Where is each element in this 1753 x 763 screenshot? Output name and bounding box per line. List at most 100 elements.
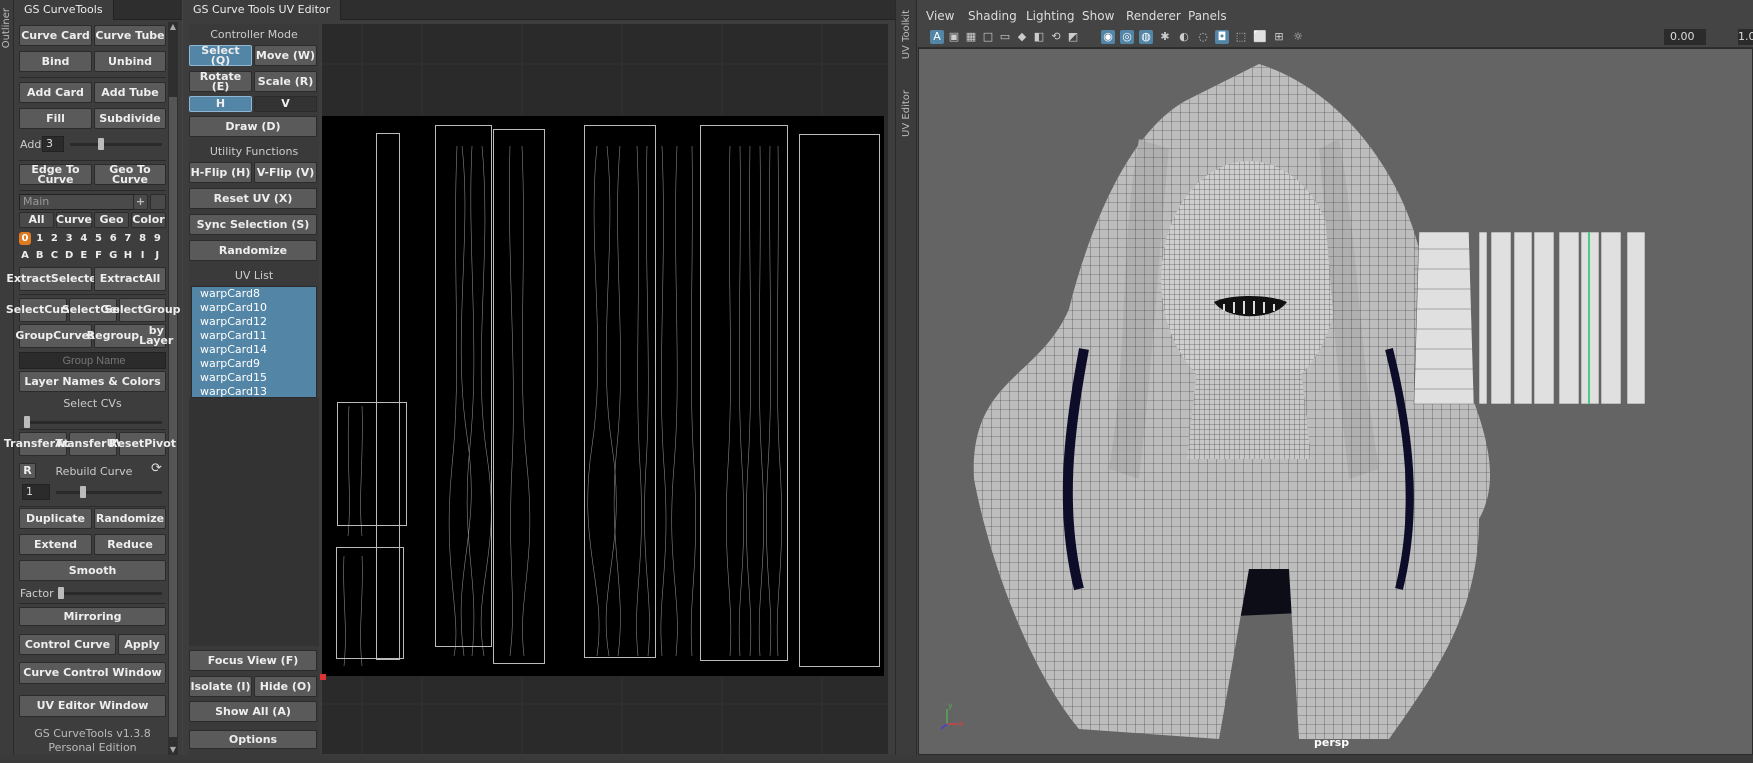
layer-h-button[interactable]: H (122, 249, 134, 262)
uv-editor-tab[interactable]: GS Curve Tools UV Editor (183, 0, 342, 20)
menu-show[interactable]: Show (1082, 6, 1114, 26)
scroll-up-icon[interactable]: ▲ (169, 22, 177, 32)
subdivide-button[interactable]: Subdivide (94, 108, 166, 129)
v-flip-button[interactable]: V-Flip (V) (254, 162, 317, 183)
rebuild-count-field[interactable]: 1 (22, 484, 50, 500)
uv-editor-window-button[interactable]: UV Editor Window (19, 695, 166, 717)
add-count-slider[interactable] (70, 143, 162, 146)
uv-shell[interactable] (700, 125, 788, 661)
uv-randomize-button[interactable]: Randomize (189, 240, 317, 261)
uv-shell[interactable] (799, 134, 880, 667)
vertical-toggle[interactable]: V (254, 96, 317, 112)
options-button[interactable]: Options (189, 730, 317, 749)
gamma-icon[interactable]: ☼ (1291, 30, 1305, 44)
curve-card-button[interactable]: Curve Card (19, 25, 92, 46)
uv-shell[interactable] (435, 125, 492, 647)
layer-b-button[interactable]: B (34, 249, 46, 262)
layer-e-button[interactable]: E (78, 249, 90, 262)
group-name-input[interactable] (19, 352, 166, 369)
uv-list-item[interactable]: warpCard8 (192, 287, 316, 301)
hide-button[interactable]: Hide (O) (254, 676, 317, 697)
control-curve-button[interactable]: Control Curve (19, 634, 116, 655)
select-mode-button[interactable]: Select (Q) (189, 45, 252, 66)
layer-1-button[interactable]: 1 (34, 232, 46, 245)
draw-button[interactable]: Draw (D) (189, 116, 317, 137)
layer-a-button[interactable]: A (19, 249, 31, 262)
select-cvs-slider-knob[interactable] (24, 416, 30, 428)
image-plane-icon[interactable]: ◧ (1032, 30, 1046, 44)
menu-view[interactable]: View (926, 6, 954, 26)
bookmark-icon[interactable]: ◆ (1015, 30, 1029, 44)
uv-list-item[interactable]: warpCard13 (192, 385, 316, 399)
shaded-icon[interactable]: ◉ (1101, 30, 1115, 44)
rebuild-r-button[interactable]: R (19, 463, 36, 479)
scale-mode-button[interactable]: Scale (R) (254, 71, 317, 92)
lights-icon[interactable]: ✱ (1158, 30, 1172, 44)
smooth-button[interactable]: Smooth (19, 560, 166, 581)
select-group-button[interactable]: Select Group (104, 298, 181, 322)
uv-texture-canvas[interactable] (322, 116, 884, 676)
select-curve-button[interactable]: Select Curve (6, 298, 80, 322)
filter-geo-button[interactable]: Geo (94, 212, 129, 228)
rebuild-slider[interactable] (56, 491, 162, 494)
scroll-down-icon[interactable]: ▼ (169, 745, 177, 755)
reset-pivot-button[interactable]: Reset Pivot (109, 432, 176, 456)
layer-3-button[interactable]: 3 (63, 232, 75, 245)
hud-icon[interactable]: ⊞ (1272, 30, 1286, 44)
rebuild-slider-knob[interactable] (80, 486, 86, 498)
add-count-slider-knob[interactable] (97, 138, 104, 150)
rotate-mode-button[interactable]: Rotate (E) (189, 71, 252, 92)
duplicate-button[interactable]: Duplicate (19, 508, 92, 529)
add-tube-button[interactable]: Add Tube (94, 82, 166, 103)
uv-toolkit-tab[interactable]: UV Toolkit (901, 10, 912, 59)
layer-2-button[interactable]: 2 (48, 232, 60, 245)
fill-button[interactable]: Fill (19, 108, 92, 129)
curve-control-window-button[interactable]: Curve Control Window (19, 662, 166, 684)
uv-list[interactable]: warpCard8 warpCard10 warpCard12 warpCard11 w… (191, 286, 317, 398)
uv-list-empty-area[interactable] (189, 398, 319, 646)
gs-panel-scrollbar[interactable]: ▲ ▼ (168, 22, 178, 757)
randomize-button[interactable]: Randomize (94, 508, 166, 529)
camera-icon[interactable]: ▣ (947, 30, 961, 44)
edge-to-curve-button[interactable]: Edge To Curve (19, 164, 92, 185)
layer-names-colors-button[interactable]: Layer Names & Colors (19, 371, 166, 392)
mirroring-button[interactable]: Mirroring (19, 607, 166, 626)
factor-slider[interactable] (58, 592, 162, 595)
layer-5-button[interactable]: 5 (93, 232, 105, 245)
add-layer-button[interactable]: + (133, 194, 148, 210)
group-curves-button[interactable]: Group Curves (15, 324, 96, 348)
bind-button[interactable]: Bind (19, 51, 92, 72)
uv-list-item[interactable]: warpCard11 (192, 329, 316, 343)
layer-dropdown[interactable]: Main (19, 194, 134, 210)
extract-selected-button[interactable]: Extract Selected (6, 267, 105, 291)
filter-color-button[interactable]: Color (131, 212, 166, 228)
film-gate-icon[interactable]: □ (981, 30, 995, 44)
extract-all-button[interactable]: Extract All (94, 267, 166, 291)
outliner-strip[interactable]: Outliner (0, 0, 14, 763)
3d-viewport[interactable]: y x persp (918, 48, 1753, 755)
viewport-gamma-field[interactable]: 0.00 (1664, 29, 1706, 45)
apply-button[interactable]: Apply (118, 634, 166, 655)
layer-f-button[interactable]: F (93, 249, 105, 262)
layer-8-button[interactable]: 8 (137, 232, 149, 245)
uv-shell[interactable] (584, 125, 656, 658)
reset-uv-button[interactable]: Reset UV (X) (189, 188, 317, 209)
uv-shell[interactable] (337, 402, 407, 526)
layer-j-button[interactable]: J (151, 249, 163, 262)
reduce-button[interactable]: Reduce (94, 534, 166, 555)
xray-icon[interactable]: ◌ (1196, 30, 1210, 44)
menu-renderer[interactable]: Renderer (1126, 6, 1181, 26)
layer-0-button[interactable]: 0 (19, 232, 31, 245)
uv-editor-side-tab[interactable]: UV Editor (901, 90, 912, 137)
isolate-icon[interactable]: ◘ (1215, 30, 1229, 44)
menu-panels[interactable]: Panels (1188, 6, 1227, 26)
layer-7-button[interactable]: 7 (122, 232, 134, 245)
regroup-by-layer-button[interactable]: Regroup by Layer (87, 324, 173, 348)
resolution-gate-icon[interactable]: ⬚ (1234, 30, 1248, 44)
h-flip-button[interactable]: H-Flip (H) (189, 162, 252, 183)
grid-toggle-icon[interactable]: ▦ (964, 30, 978, 44)
uv-list-item[interactable]: warpCard14 (192, 343, 316, 357)
curve-tube-button[interactable]: Curve Tube (94, 25, 166, 46)
filter-curve-button[interactable]: Curve (56, 212, 92, 228)
gs-curvetools-tab[interactable]: GS CurveTools (14, 0, 114, 20)
